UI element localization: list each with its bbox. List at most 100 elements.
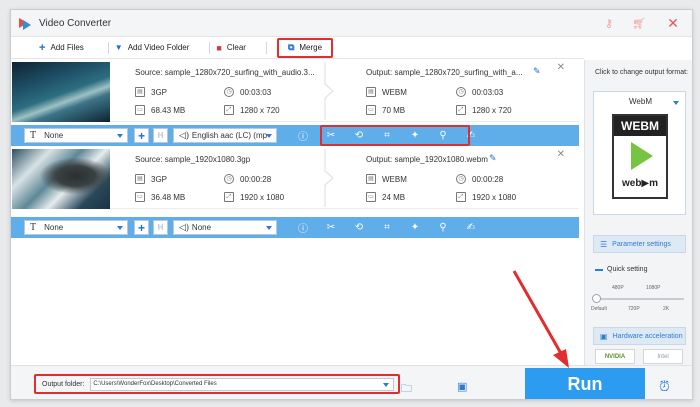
output-format-selector[interactable]: WebM WEBM web▶m <box>593 91 686 215</box>
hardware-acceleration-button[interactable]: ▣ Hardware acceleration <box>593 327 686 345</box>
clock-icon: ◷ <box>224 174 234 184</box>
file-icon: ▭ <box>135 105 145 115</box>
nvidia-checkbox[interactable]: NVIDIA <box>595 349 635 364</box>
output-format-panel: Click to change output format: WebM WEBM… <box>584 60 692 375</box>
output-filename: Output: sample_1920x1080.webm <box>366 155 488 164</box>
file-list: Source: sample_1280x720_surfing_with_aud… <box>11 60 579 375</box>
intel-checkbox[interactable]: Intel <box>643 349 683 364</box>
resolution-icon: ⤢ <box>224 192 234 202</box>
out-resolution: ⤢ 1280 x 720 <box>456 105 512 115</box>
file-icon: ▭ <box>366 105 376 115</box>
edit-name-icon[interactable]: ✎ <box>533 66 541 77</box>
crop-icon[interactable]: ⌗ <box>373 222 401 233</box>
cart-icon[interactable]: 🛒︎ <box>624 17 654 30</box>
plus-icon: + <box>39 41 46 54</box>
close-icon[interactable]: ✕ <box>654 15 692 32</box>
subtitle-edit-icon[interactable]: ✍ <box>457 222 485 233</box>
run-button[interactable]: Run <box>525 368 645 399</box>
out-duration: ◷ 00:03:03 <box>456 87 503 97</box>
format-icon: ▤ <box>366 87 376 97</box>
edit-name-icon[interactable]: ✎ <box>489 153 497 164</box>
resolution-icon: ⤢ <box>224 105 234 115</box>
chevron-down-icon <box>117 134 123 138</box>
quality-720p-label: 720P <box>628 306 640 312</box>
remove-file-icon[interactable]: ✕ <box>557 149 565 160</box>
subtitle-select[interactable]: T None <box>24 128 128 143</box>
alarm-clock-icon[interactable]: ⏰︎ <box>659 378 670 395</box>
output-folder-label: Output folder: <box>42 380 85 388</box>
subtitle-icon: T <box>30 222 37 233</box>
open-folder-icon[interactable]: ▣ <box>457 380 467 393</box>
h-subtitle-button[interactable]: H <box>153 220 168 235</box>
toolbar: + Add Files ▼ Add Video Folder ■ Clear ⧉… <box>11 37 584 59</box>
app-window: Video Converter ⚷ 🛒︎ ✕ + Add Files ▼ Add… <box>10 9 693 400</box>
rotate-icon[interactable]: ⟲ <box>345 222 373 233</box>
webm-format-icon: WEBM web▶m <box>612 114 668 199</box>
file-row: Source: sample_1280x720_surfing_with_aud… <box>11 60 579 122</box>
chevron-down-icon <box>266 134 272 138</box>
source-filename: Source: sample_1280x720_surfing_with_aud… <box>135 68 315 77</box>
add-subtitle-button[interactable]: + <box>134 128 149 143</box>
speaker-icon: ◁) <box>179 222 189 232</box>
audio-track-select[interactable]: ◁) None <box>173 220 277 235</box>
merge-button[interactable]: ⧉ Merge <box>276 37 334 58</box>
add-video-folder-button[interactable]: ▼ Add Video Folder <box>109 39 196 57</box>
add-files-button[interactable]: + Add Files <box>33 39 90 57</box>
browse-folder-icon[interactable]: 🗀︎ <box>401 380 412 399</box>
window-title: Video Converter <box>39 17 112 29</box>
out-resolution: ⤢ 1920 x 1080 <box>456 192 516 202</box>
quality-2k-label: 2K <box>663 306 670 312</box>
src-size: ▭ 36.48 MB <box>135 192 185 202</box>
folder-dropdown-icon: ▼ <box>114 43 123 52</box>
chevron-down-icon <box>117 226 123 230</box>
clock-icon: ◷ <box>456 87 466 97</box>
quality-default-label: Default <box>591 306 607 312</box>
key-icon[interactable]: ⚷ <box>594 17 624 30</box>
quick-setting-icon <box>595 268 603 271</box>
clock-icon: ◷ <box>456 174 466 184</box>
bottom-bar: Output folder: C:\Users\WonderFox\Deskto… <box>11 365 692 399</box>
edit-bar: T None + H ◁) None ⓘ ✂ ⟲ ⌗ ✦ ⚲ ✍ <box>11 217 579 238</box>
app-logo-icon <box>19 17 32 30</box>
quick-setting-label: Quick setting <box>595 266 647 273</box>
quality-slider-track[interactable] <box>595 298 684 300</box>
out-format: ▤ WEBM <box>366 87 407 97</box>
src-duration: ◷ 00:03:03 <box>224 87 271 97</box>
h-subtitle-button[interactable]: H <box>153 128 168 143</box>
source-filename: Source: sample_1920x1080.3gp <box>135 155 251 164</box>
quality-480p-label: 480P <box>612 285 624 291</box>
file-icon: ▭ <box>135 192 145 202</box>
format-panel-title: Click to change output format: <box>595 69 688 76</box>
audio-track-select[interactable]: ◁) English aac (LC) (mp <box>173 128 277 143</box>
src-format: ▤ 3GP <box>135 174 167 184</box>
out-format: ▤ WEBM <box>366 174 407 184</box>
watermark-icon[interactable]: ⚲ <box>429 222 457 233</box>
merge-icon: ⧉ <box>287 42 295 52</box>
clock-icon: ◷ <box>224 87 234 97</box>
format-icon: ▤ <box>135 174 145 184</box>
trash-icon: ■ <box>216 42 222 53</box>
effects-wand-icon[interactable]: ✦ <box>401 222 429 233</box>
play-icon <box>631 142 653 170</box>
video-thumbnail[interactable] <box>12 62 110 122</box>
clear-button[interactable]: ■ Clear <box>210 39 252 57</box>
output-filename: Output: sample_1280x720_surfing_with_a..… <box>366 68 523 77</box>
quality-1080p-label: 1080P <box>646 285 661 291</box>
remove-file-icon[interactable]: ✕ <box>557 62 565 73</box>
subtitle-select[interactable]: T None <box>24 220 128 235</box>
subtitle-icon: T <box>30 130 37 141</box>
title-bar: Video Converter ⚷ 🛒︎ ✕ <box>11 10 692 37</box>
parameter-settings-button[interactable]: ☰ Parameter settings <box>593 235 686 253</box>
resolution-icon: ⤢ <box>456 105 466 115</box>
quality-slider-handle[interactable] <box>592 294 601 303</box>
output-folder-group: Output folder: C:\Users\WonderFox\Deskto… <box>34 374 400 394</box>
video-thumbnail[interactable] <box>12 149 110 209</box>
format-icon: ▤ <box>135 87 145 97</box>
sliders-icon: ☰ <box>600 239 608 249</box>
output-folder-input[interactable]: C:\Users\WonderFox\Desktop\Converted Fil… <box>90 377 395 391</box>
info-icon[interactable]: ⓘ <box>289 220 317 235</box>
scissors-icon[interactable]: ✂ <box>317 222 345 233</box>
src-resolution: ⤢ 1920 x 1080 <box>224 192 284 202</box>
add-subtitle-button[interactable]: + <box>134 220 149 235</box>
info-icon[interactable]: ⓘ <box>289 128 317 143</box>
